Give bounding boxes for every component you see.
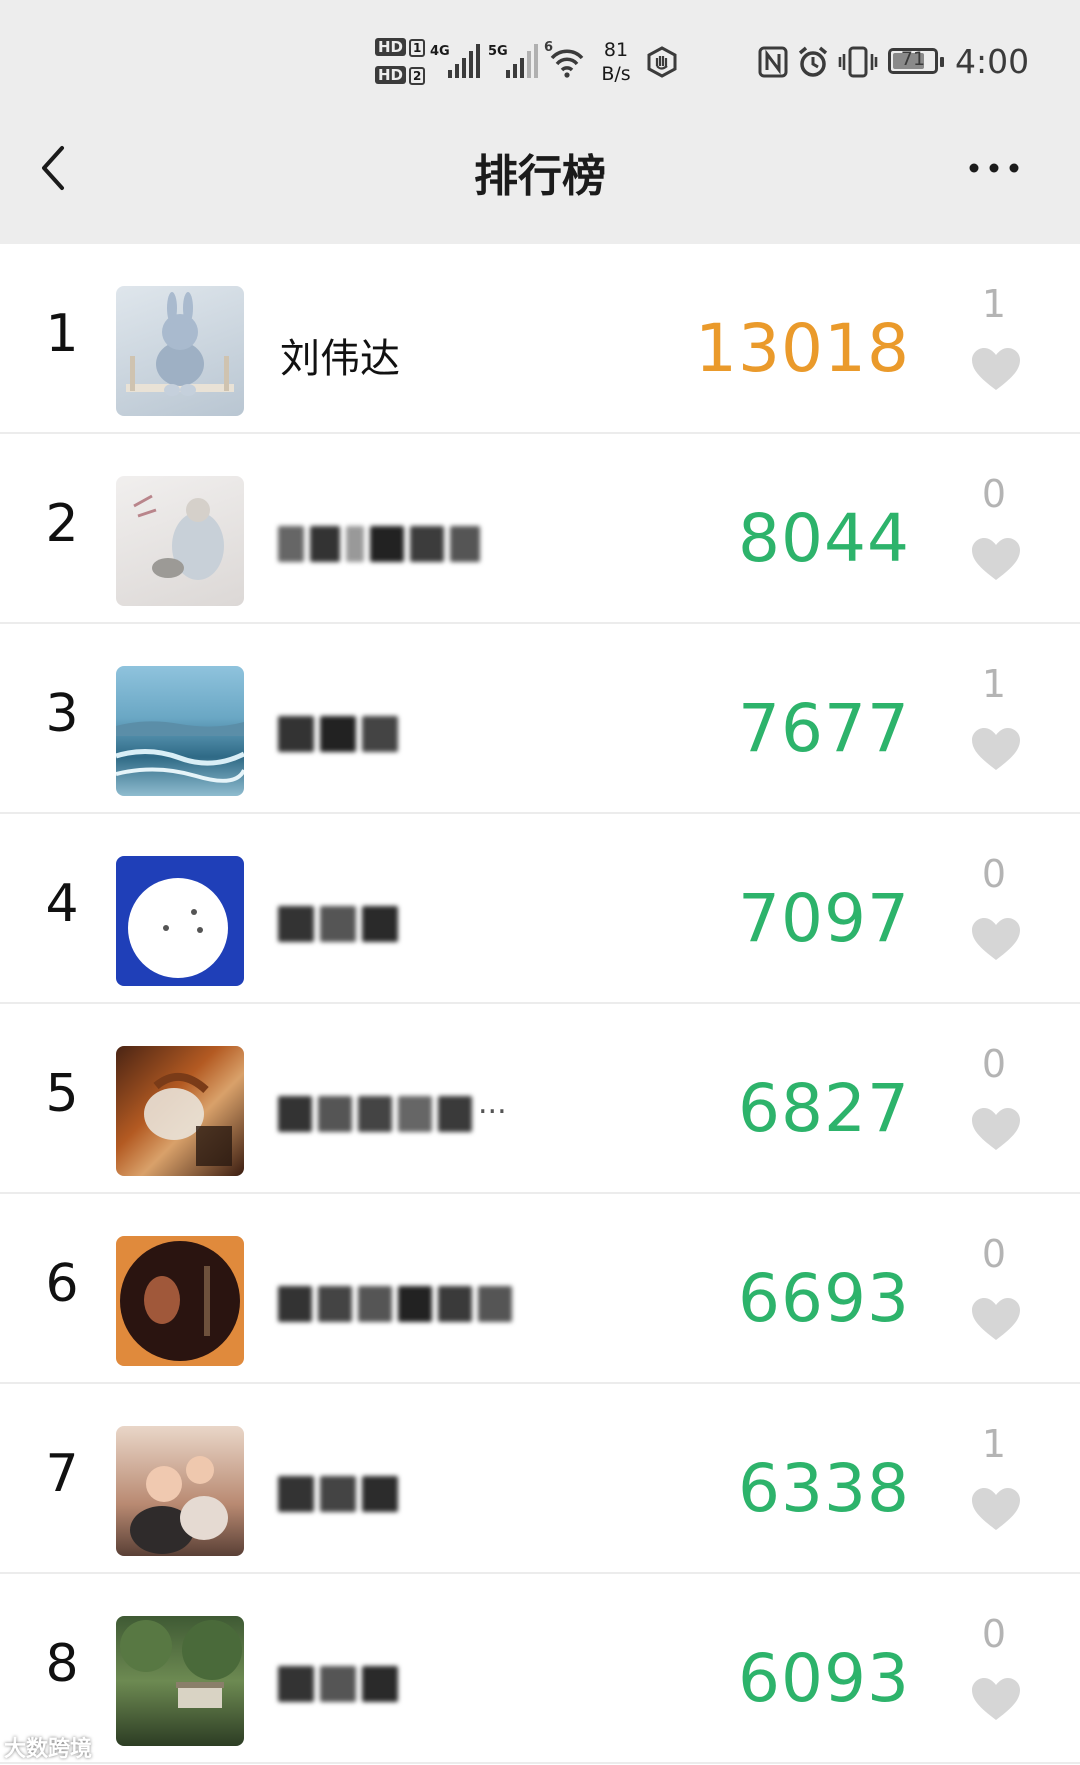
player-name-blurred [278, 1284, 512, 1324]
ranking-row[interactable]: 6 6693 0 [0, 1194, 1080, 1384]
more-dots-icon [969, 163, 1019, 173]
player-score: 6693 [738, 1260, 910, 1337]
rank-number: 5 [45, 1064, 79, 1124]
status-time: 4:00 [955, 42, 1030, 81]
ranking-row[interactable]: 4 7097 0 [0, 814, 1080, 1004]
player-score: 13018 [695, 310, 910, 387]
avatar[interactable] [116, 286, 244, 416]
signal-5g-label: 5G [488, 44, 508, 59]
ranking-row[interactable]: 1 刘伟达 13018 1 [0, 244, 1080, 434]
avatar[interactable] [116, 1236, 244, 1366]
like-button[interactable] [970, 346, 1022, 392]
heart-icon [972, 1298, 1020, 1340]
like-count: 1 [981, 282, 1007, 326]
player-name: 刘伟达 [280, 336, 400, 382]
wifi-icon: 6 [544, 40, 588, 80]
network-speed-value: 81 [603, 39, 629, 61]
player-name-blurred [278, 1664, 398, 1704]
rank-number: 3 [45, 684, 79, 744]
hd1-label: HD [375, 38, 407, 56]
heart-icon [972, 1488, 1020, 1530]
like-count: 1 [981, 662, 1007, 706]
network-speed: 81 B/s [596, 38, 636, 86]
like-count: 0 [981, 1042, 1007, 1086]
rank-number: 1 [45, 304, 79, 364]
like-button[interactable] [970, 726, 1022, 772]
avatar[interactable] [116, 1426, 244, 1556]
rank-number: 6 [45, 1254, 79, 1314]
ranking-row[interactable]: 5 ... 6827 0 [0, 1004, 1080, 1194]
alarm-icon [797, 45, 829, 83]
battery-icon: 71 [888, 48, 944, 74]
status-bar: HD 1 HD 2 4G 5G 6 81 B/s 71 4:00 [0, 0, 1080, 120]
like-count: 0 [981, 1612, 1007, 1656]
player-name-ellipsis: ... [478, 1086, 507, 1121]
player-name-blurred [278, 1094, 472, 1134]
hd2-label: HD [375, 66, 407, 84]
like-count: 0 [981, 1232, 1007, 1276]
wifi-label: 6 [544, 40, 554, 55]
heart-icon [972, 1108, 1020, 1150]
heart-icon [972, 728, 1020, 770]
like-button[interactable] [970, 916, 1022, 962]
player-score: 6827 [738, 1070, 910, 1147]
ranking-row[interactable]: 3 7677 1 [0, 624, 1080, 814]
avatar[interactable] [116, 1616, 244, 1746]
player-name-blurred [278, 1474, 398, 1514]
avatar[interactable] [116, 476, 244, 606]
ranking-row[interactable]: 2 8044 0 [0, 434, 1080, 624]
network-speed-unit: B/s [601, 63, 631, 85]
like-button[interactable] [970, 1676, 1022, 1722]
heart-icon [972, 918, 1020, 960]
hand-icon [646, 46, 678, 82]
like-count: 1 [981, 1422, 1007, 1466]
heart-icon [972, 348, 1020, 390]
player-score: 6093 [738, 1640, 910, 1717]
like-button[interactable] [970, 536, 1022, 582]
like-button[interactable] [970, 1296, 1022, 1342]
hd2-number: 2 [409, 67, 426, 85]
heart-icon [972, 538, 1020, 580]
player-name-blurred [278, 904, 398, 944]
ranking-row[interactable]: 7 6338 1 [0, 1384, 1080, 1574]
rank-number: 4 [45, 874, 79, 934]
player-name-blurred [278, 524, 480, 564]
page-title: 排行榜 [474, 151, 606, 202]
like-button[interactable] [970, 1486, 1022, 1532]
ranking-list: 1 刘伟达 13018 1 2 8044 0 3 7677 1 4 7097 0… [0, 244, 1080, 1764]
player-score: 7097 [738, 880, 910, 957]
rank-number: 2 [45, 494, 79, 554]
signal-4g-label: 4G [430, 44, 450, 59]
like-button[interactable] [970, 1106, 1022, 1152]
vibrate-icon [838, 46, 878, 82]
watermark: 大数跨境 [4, 1737, 93, 1762]
avatar[interactable] [116, 856, 244, 986]
battery-level: 71 [900, 48, 926, 70]
signal-5g-icon: 5G [488, 44, 538, 78]
more-button[interactable] [964, 158, 1024, 178]
like-count: 0 [981, 852, 1007, 896]
rank-number: 7 [45, 1444, 79, 1504]
player-score: 7677 [738, 690, 910, 767]
player-score: 8044 [738, 500, 910, 577]
hd1-number: 1 [409, 39, 426, 57]
avatar[interactable] [116, 666, 244, 796]
nfc-icon [758, 46, 788, 82]
rank-number: 8 [45, 1634, 79, 1694]
player-name-blurred [278, 714, 398, 754]
sim1-hd-indicator: HD 1 [375, 38, 426, 58]
avatar[interactable] [116, 1046, 244, 1176]
sim2-hd-indicator: HD 2 [375, 66, 426, 86]
signal-4g-icon: 4G [430, 44, 480, 78]
header-area: HD 1 HD 2 4G 5G 6 81 B/s 71 4:00 排行榜 [0, 0, 1080, 244]
player-score: 6338 [738, 1450, 910, 1527]
nav-bar: 排行榜 [0, 120, 1080, 244]
heart-icon [972, 1678, 1020, 1720]
like-count: 0 [981, 472, 1007, 516]
ranking-row[interactable]: 8 6093 0 [0, 1574, 1080, 1764]
